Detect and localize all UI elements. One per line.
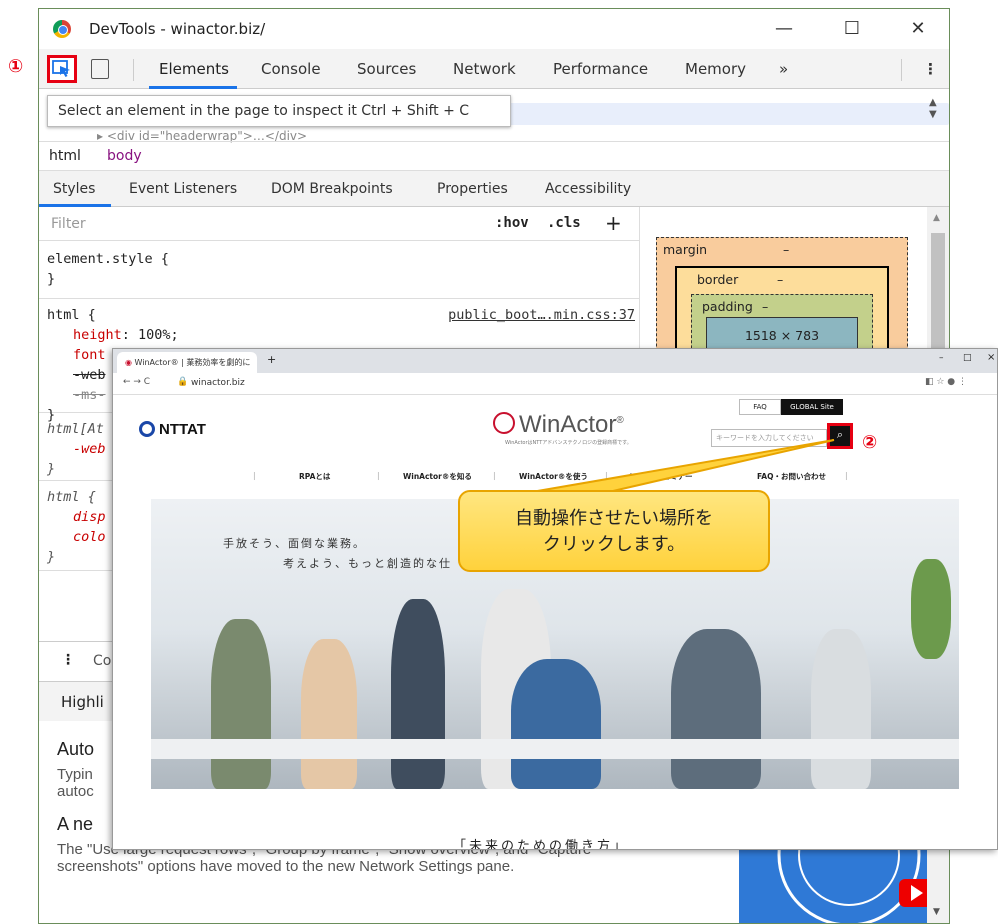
devtools-toolbar: Elements Console Sources Network Perform… — [39, 49, 949, 89]
browser-close-button[interactable]: × — [987, 352, 995, 363]
hero-person — [671, 629, 761, 789]
faq-link[interactable]: FAQ — [739, 399, 781, 415]
more-tabs-button[interactable]: » — [779, 60, 788, 78]
property-name[interactable]: height — [73, 327, 122, 343]
chrome-icon — [53, 20, 71, 38]
global-site-link[interactable]: GLOBAL Site — [781, 399, 843, 415]
window-title: DevTools - winactor.biz/ — [89, 20, 266, 38]
browser-maximize-button[interactable]: □ — [963, 353, 972, 363]
website: NTTAT WinActor® WinActorはNTTアドバンステクノロジの登… — [113, 395, 997, 850]
drawer-tab-console[interactable]: Co — [93, 653, 111, 669]
tab-memory[interactable]: Memory — [685, 60, 746, 78]
breadcrumb-body[interactable]: body — [107, 148, 142, 164]
nav-item[interactable]: WinActor®を知る — [403, 471, 472, 482]
hero-person — [811, 629, 871, 789]
lock-icon: 🔒 — [177, 377, 189, 387]
separator — [133, 59, 134, 81]
hero-text: 考えよう、もっと創造的な仕 — [283, 557, 452, 570]
brace: } — [47, 271, 56, 287]
step-1-badge: ① — [8, 56, 24, 77]
tab-event-listeners[interactable]: Event Listeners — [129, 181, 237, 197]
winactor-logo[interactable]: WinActor® — [493, 411, 624, 439]
ntt-mark-icon — [139, 421, 155, 437]
tab-sources[interactable]: Sources — [357, 60, 416, 78]
nav-item[interactable]: RPAとは — [299, 471, 330, 482]
filter-bar: Filter :hov .cls + — [39, 207, 639, 241]
nav-item[interactable]: イベント・セミナー — [625, 471, 693, 482]
box-border-label: border — [697, 272, 739, 287]
tab-dom-breakpoints[interactable]: DOM Breakpoints — [271, 181, 393, 197]
browser-tab[interactable]: ◉ WinActor® | 業務効率を劇的に力 × — [117, 352, 257, 388]
box-padding-label: padding — [702, 299, 753, 314]
nav-item[interactable]: FAQ・お問い合わせ — [757, 471, 826, 482]
nav-item[interactable]: WinActor®を使う — [519, 471, 588, 482]
hov-button[interactable]: :hov — [495, 215, 529, 231]
callout-line: 自動操作させたい場所を — [515, 508, 713, 529]
box-padding-value: – — [762, 299, 769, 314]
search-input[interactable]: キーワードを入力してください — [711, 429, 827, 447]
breadcrumb-html[interactable]: html — [49, 148, 81, 164]
new-rule-button[interactable]: + — [605, 211, 622, 235]
highlights-label: Highli — [61, 693, 104, 711]
scroll-down-icon[interactable]: ▼ — [933, 907, 940, 917]
hero-text: 手放そう、面倒な業務。 — [223, 537, 366, 550]
section-title: 「未来のための働き方」 — [453, 839, 630, 850]
nav-arrows-icon[interactable]: ← → C — [123, 377, 150, 387]
selector[interactable]: element.style { — [47, 249, 639, 269]
ntt-logo[interactable]: NTTAT — [139, 421, 206, 438]
hero-plant — [911, 559, 951, 659]
breadcrumb: html body — [39, 141, 949, 171]
tab-styles[interactable]: Styles — [53, 181, 95, 197]
kebab-menu-icon[interactable]: ⋮ — [923, 60, 938, 78]
browser-window: ◉ WinActor® | 業務効率を劇的に力 × + – □ × ← → C … — [112, 348, 998, 850]
search-button[interactable]: ⌕ — [827, 423, 853, 449]
address-bar: ← → C 🔒 winactor.biz ◧ ☆ ● ⋮ — [113, 373, 997, 395]
box-border-value: – — [777, 272, 784, 287]
hero-person — [511, 659, 601, 789]
instruction-callout: 自動操作させたい場所を クリックします。 — [458, 490, 770, 572]
source-link[interactable]: public_boot….min.css:37 — [448, 305, 635, 325]
tab-performance[interactable]: Performance — [553, 60, 648, 78]
separator — [901, 59, 902, 81]
search-icon: ⌕ — [836, 428, 844, 441]
url-field[interactable]: winactor.biz — [191, 378, 245, 388]
browser-minimize-button[interactable]: – — [939, 353, 944, 363]
step-2-badge: ② — [862, 432, 878, 453]
browser-tabstrip: ◉ WinActor® | 業務効率を劇的に力 × + – □ × — [113, 349, 997, 388]
hero-person — [391, 599, 445, 789]
box-margin-label: margin — [663, 242, 708, 257]
tab-properties[interactable]: Properties — [437, 181, 508, 197]
cls-button[interactable]: .cls — [547, 215, 581, 231]
minimize-button[interactable]: — — [761, 15, 807, 43]
inspect-cursor-icon — [52, 60, 70, 77]
close-button[interactable]: ✕ — [895, 15, 941, 43]
inspect-element-button[interactable] — [47, 55, 77, 83]
drawer-menu-icon[interactable]: ⋮ — [61, 652, 75, 668]
tab-console[interactable]: Console — [261, 60, 321, 78]
tab-accessibility[interactable]: Accessibility — [545, 181, 631, 197]
new-tab-button[interactable]: + — [267, 353, 276, 366]
inspect-tooltip: Select an element in the page to inspect… — [47, 95, 511, 127]
scroll-up-icon[interactable]: ▲ — [933, 213, 940, 223]
property-value[interactable]: : 100%; — [122, 327, 179, 343]
tab-elements[interactable]: Elements — [159, 60, 229, 78]
device-toolbar-icon[interactable] — [91, 59, 109, 79]
hero-person — [211, 619, 271, 789]
favicon-icon: ◉ — [125, 358, 135, 367]
tab-network[interactable]: Network — [453, 60, 516, 78]
hero-person — [301, 639, 357, 789]
dom-scroll-arrows-icon[interactable]: ▲ ▼ — [929, 97, 937, 121]
winactor-tagline: WinActorはNTTアドバンステクノロジの登録商標です。 — [505, 440, 632, 446]
callout-line: クリックします。 — [542, 534, 686, 555]
box-margin-value: – — [783, 242, 790, 257]
filter-input[interactable]: Filter — [51, 216, 86, 232]
winactor-mark-icon — [493, 412, 515, 434]
style-rule-element: element.style { } — [39, 247, 639, 299]
hero-table — [151, 739, 959, 759]
styles-subtabs: Styles Event Listeners DOM Breakpoints P… — [39, 171, 949, 207]
maximize-button[interactable]: ☐ — [829, 15, 875, 43]
extensions-icon[interactable]: ◧ ☆ ● ⋮ — [925, 377, 967, 387]
title-bar: DevTools - winactor.biz/ — ☐ ✕ — [39, 9, 949, 49]
